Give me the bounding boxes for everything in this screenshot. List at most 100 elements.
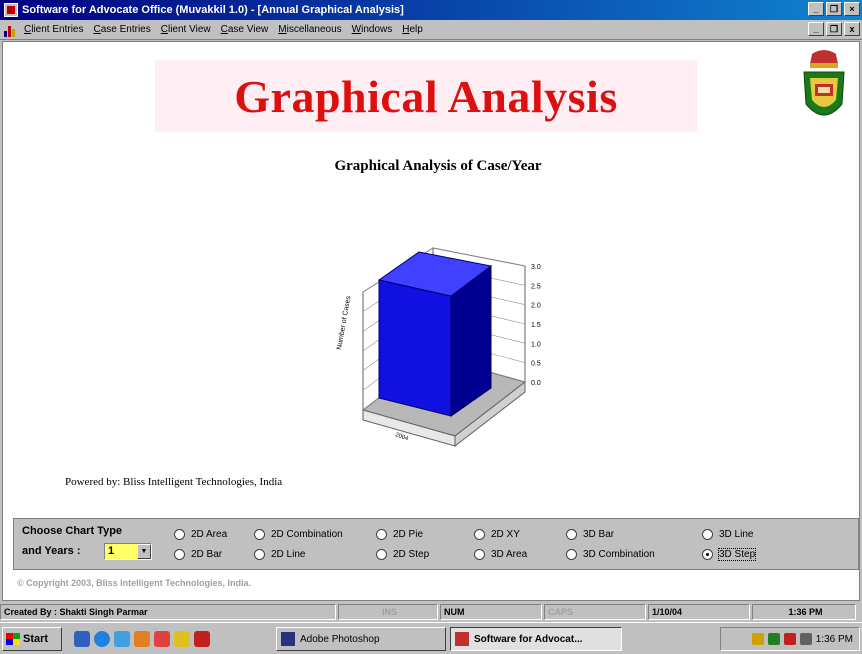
copyright-text: © Copyright 2003, Bliss Intelligent Tech… bbox=[17, 578, 252, 588]
y-tick-label: 1.5 bbox=[531, 322, 541, 329]
status-ins: INS bbox=[338, 604, 438, 620]
bar-2004 bbox=[377, 251, 493, 417]
menu-client-entries[interactable]: Client Entries bbox=[24, 24, 83, 35]
advocate-app-icon bbox=[455, 632, 469, 646]
radio-2d-step[interactable]: 2D Step bbox=[376, 549, 429, 560]
radio-label: 2D Line bbox=[271, 549, 306, 560]
emblem-icon bbox=[803, 50, 845, 116]
radio-3d-combination[interactable]: 3D Combination bbox=[566, 549, 655, 560]
radio-label: 3D Bar bbox=[583, 529, 615, 540]
radio-dot[interactable] bbox=[474, 549, 485, 560]
child-close-button[interactable]: x bbox=[844, 22, 860, 36]
menu-case-view[interactable]: Case View bbox=[221, 24, 269, 35]
radio-dot[interactable] bbox=[566, 549, 577, 560]
folder-icon[interactable] bbox=[174, 630, 190, 647]
menu-miscellaneous[interactable]: Miscellaneous bbox=[278, 24, 341, 35]
status-date: 1/10/04 bbox=[648, 604, 750, 620]
menu-case-entries[interactable]: Case Entries bbox=[93, 24, 150, 35]
radio-2d-line[interactable]: 2D Line bbox=[254, 549, 305, 560]
radio-dot[interactable] bbox=[702, 529, 713, 540]
status-caps: CAPS bbox=[544, 604, 646, 620]
radio-dot[interactable] bbox=[376, 549, 387, 560]
main-content: Graphical Analysis Graphical Analysis of… bbox=[2, 41, 860, 601]
radio-3d-area[interactable]: 3D Area bbox=[474, 549, 527, 560]
menu-windows[interactable]: Windows bbox=[352, 24, 393, 35]
window-titlebar: Software for Advocate Office (Muvakkil 1… bbox=[0, 0, 862, 20]
chevron-down-icon[interactable]: ▼ bbox=[137, 544, 151, 559]
menu-client-view[interactable]: Client View bbox=[161, 24, 211, 35]
chart-area: 0.0 0.5 1.0 1.5 2.0 2.5 3.0 Number of Cases 20… bbox=[336, 247, 541, 448]
desktop-icon[interactable] bbox=[74, 630, 90, 647]
radio-dot[interactable] bbox=[474, 529, 485, 540]
radio-2d-xy[interactable]: 2D XY bbox=[474, 529, 520, 540]
y-tick-label: 1.0 bbox=[531, 341, 541, 348]
bar-front-face bbox=[378, 279, 452, 417]
x-tick-label: 2004 bbox=[394, 432, 409, 442]
windows-logo-icon bbox=[6, 632, 20, 645]
volume-icon[interactable] bbox=[751, 633, 764, 645]
radio-dot[interactable] bbox=[174, 549, 185, 560]
y-tick-labels: 0.0 0.5 1.0 1.5 2.0 2.5 3.0 bbox=[531, 264, 541, 387]
radio-dot[interactable] bbox=[702, 549, 713, 560]
radio-3d-line[interactable]: 3D Line bbox=[702, 529, 753, 540]
y-tick-label: 0.5 bbox=[531, 361, 541, 368]
page-title: Graphical Analysis bbox=[234, 70, 618, 122]
radio-dot[interactable] bbox=[254, 529, 265, 540]
app-shortcut-icon[interactable] bbox=[194, 630, 210, 647]
radio-label: 2D XY bbox=[491, 529, 520, 540]
radio-dot[interactable] bbox=[376, 529, 387, 540]
window-controls: _ ❐ × bbox=[808, 2, 860, 16]
outlook-icon[interactable] bbox=[114, 630, 130, 647]
start-button[interactable]: Start bbox=[2, 626, 62, 651]
radio-label: 2D Pie bbox=[393, 529, 424, 540]
antivirus-icon[interactable] bbox=[783, 633, 796, 645]
status-bar: Created By : Shakti Singh Parmar INS NUM… bbox=[0, 603, 862, 621]
task-photoshop-label: Adobe Photoshop bbox=[300, 633, 380, 645]
mail-icon[interactable] bbox=[154, 630, 170, 647]
radio-2d-bar[interactable]: 2D Bar bbox=[174, 549, 222, 560]
minimize-button[interactable]: _ bbox=[808, 2, 824, 16]
window-title: Software for Advocate Office (Muvakkil 1… bbox=[22, 4, 404, 16]
chart-type-label: Choose Chart Type bbox=[22, 525, 123, 537]
child-window-controls: _ ❐ x bbox=[808, 22, 860, 36]
years-select[interactable]: 1 ▼ bbox=[104, 543, 152, 560]
restore-button[interactable]: ❐ bbox=[826, 2, 842, 16]
radio-2d-pie[interactable]: 2D Pie bbox=[376, 529, 423, 540]
network-icon[interactable] bbox=[767, 633, 780, 645]
status-created-by: Created By : Shakti Singh Parmar bbox=[0, 604, 336, 620]
radio-label: 2D Combination bbox=[271, 529, 343, 540]
radio-label: 2D Bar bbox=[191, 549, 223, 560]
chart-options-panel: Choose Chart Type and Years : 1 ▼ 2D Are… bbox=[13, 518, 859, 570]
y-tick-label: 0.0 bbox=[531, 380, 541, 387]
y-axis-label: Number of Cases bbox=[336, 295, 352, 350]
radio-label: 3D Area bbox=[491, 549, 528, 560]
pencil-icon[interactable] bbox=[134, 630, 150, 647]
menu-help[interactable]: Help bbox=[402, 24, 423, 35]
task-photoshop[interactable]: Adobe Photoshop bbox=[276, 627, 446, 651]
radio-3d-step[interactable]: 3D Step bbox=[702, 548, 757, 561]
child-restore-button[interactable]: ❐ bbox=[826, 22, 842, 36]
radio-label: 3D Combination bbox=[583, 549, 655, 560]
radio-2d-area[interactable]: 2D Area bbox=[174, 529, 227, 540]
radio-dot[interactable] bbox=[174, 529, 185, 540]
close-button[interactable]: × bbox=[844, 2, 860, 16]
radio-dot[interactable] bbox=[566, 529, 577, 540]
radio-2d-combination[interactable]: 2D Combination bbox=[254, 529, 343, 540]
system-tray: 1:36 PM bbox=[720, 627, 860, 651]
child-minimize-button[interactable]: _ bbox=[808, 22, 824, 36]
radio-3d-bar[interactable]: 3D Bar bbox=[566, 529, 614, 540]
status-num: NUM bbox=[440, 604, 542, 620]
years-label: and Years : bbox=[22, 545, 81, 557]
chart-title: Graphical Analysis of Case/Year bbox=[334, 158, 542, 174]
radio-label: 3D Line bbox=[719, 529, 754, 540]
radio-dot[interactable] bbox=[254, 549, 265, 560]
y-tick-label: 3.0 bbox=[531, 264, 541, 271]
taskbar: Start Adobe Photoshop Software for Advoc… bbox=[0, 622, 862, 654]
browser-icon[interactable] bbox=[94, 630, 110, 647]
powered-by-text: Powered by: Bliss Intelligent Technologi… bbox=[65, 476, 283, 488]
menu-bar: Client Entries Case Entries Client View … bbox=[0, 20, 862, 40]
y-tick-label: 2.5 bbox=[531, 283, 541, 290]
task-advocate-software[interactable]: Software for Advocat... bbox=[450, 627, 622, 651]
clock-icon[interactable] bbox=[799, 633, 812, 645]
radio-label: 3D Step bbox=[717, 548, 757, 561]
